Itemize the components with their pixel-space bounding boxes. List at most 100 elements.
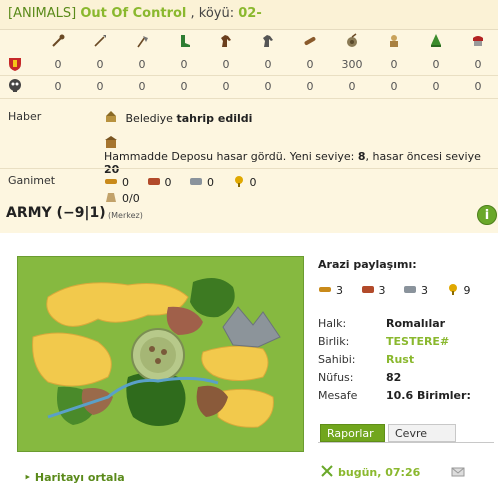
troop-count: 0 — [474, 58, 482, 71]
loss-count: 0 — [432, 80, 440, 93]
side-tabs: Raporlar Cevre — [318, 424, 494, 442]
troop-count: 0 — [432, 58, 440, 71]
message-icon[interactable] — [451, 464, 465, 478]
alliance-link[interactable]: TESTERE# — [386, 335, 498, 348]
iron-icon — [189, 174, 203, 188]
catapult-icon — [343, 33, 361, 51]
loot-resources: 0 0 0 0 — [104, 174, 271, 189]
detail-value: 10.6 Birimler: — [386, 389, 471, 402]
owner-link[interactable]: Rust — [386, 353, 498, 366]
troop-count: 0 — [306, 58, 314, 71]
hero-icon — [469, 33, 487, 51]
detail-key: Birlik: — [318, 335, 350, 348]
divider — [0, 168, 498, 169]
troops-row: 0 0 0 0 0 0 0 300 0 0 0 — [0, 56, 498, 74]
loss-count: 0 — [264, 80, 272, 93]
village-name-link[interactable]: 02- — [238, 6, 262, 21]
losses-row: 0 0 0 0 0 0 0 0 0 0 0 — [0, 78, 498, 96]
divider — [0, 75, 498, 76]
loot-iron-value: 0 — [207, 176, 214, 189]
report-time-label: bugün, 07:26 — [338, 466, 421, 479]
troop-count: 0 — [138, 58, 146, 71]
share-clay-value: 3 — [378, 284, 386, 297]
loss-count: 0 — [306, 80, 314, 93]
loot-crop-value: 0 — [249, 176, 257, 189]
news-result: tahrip edildi — [176, 112, 253, 125]
loss-count: 0 — [390, 80, 398, 93]
loss-count: 0 — [180, 80, 188, 93]
troop-count: 0 — [54, 58, 62, 71]
catapult-hit-icon — [104, 110, 118, 124]
army-title: ARMY (−9|1) — [6, 205, 106, 221]
loot-crop: 0 — [232, 174, 257, 189]
alliance-name-link[interactable]: Out Of Control — [80, 6, 186, 21]
army-subtitle: (Merkez) — [108, 211, 143, 220]
tab-surroundings[interactable]: Cevre — [388, 424, 456, 442]
troop-count: 0 — [390, 58, 398, 71]
loot-label: Ganimet — [8, 174, 56, 187]
carry-sack-icon — [104, 190, 118, 204]
loss-count: 0 — [138, 80, 146, 93]
knight-horse-icon — [259, 33, 277, 51]
share-iron-value: 3 — [421, 284, 428, 297]
share-crop: 9 — [446, 282, 471, 297]
wood-icon — [318, 282, 332, 296]
unit-icons-row — [0, 33, 498, 53]
troop-count: 0 — [96, 58, 104, 71]
troop-count: 300 — [341, 58, 363, 71]
share-crop-value: 9 — [463, 284, 471, 297]
news-line-warehouse: Hammadde Deposu hasar gördü. Yeni seviye… — [104, 150, 498, 176]
troop-count: 0 — [264, 58, 272, 71]
village-map-illustration — [18, 257, 303, 451]
shield-icon — [6, 56, 24, 74]
axe-icon — [133, 33, 151, 51]
skull-icon — [6, 78, 24, 96]
loss-count: 0 — [222, 80, 230, 93]
crop-icon — [446, 282, 460, 296]
report-time[interactable]: bugün, 07:26 — [320, 464, 420, 479]
village-separator: , köyü: — [190, 6, 235, 21]
news-line-townhall: Belediye tahrip edildi — [104, 110, 252, 125]
chief-icon — [385, 33, 403, 51]
land-share: 3 3 3 9 — [318, 282, 485, 297]
detail-key: Sahibi: — [318, 353, 356, 366]
share-clay: 3 — [361, 282, 386, 297]
loot-clay: 0 — [147, 174, 172, 189]
detail-key: Nüfus: — [318, 371, 354, 384]
new-level: 8 — [357, 150, 366, 163]
detail-value: 82 — [386, 371, 402, 384]
ram-icon — [301, 33, 319, 51]
troop-count: 0 — [180, 58, 188, 71]
divider — [0, 98, 498, 99]
alliance-tag[interactable]: [ANIMALS] — [8, 6, 76, 21]
report-panel: [ANIMALS] Out Of Control , köyü: 02- 0 0… — [0, 0, 498, 233]
horse-icon — [217, 33, 235, 51]
share-wood-value: 3 — [336, 284, 343, 297]
loot-iron: 0 — [189, 174, 214, 189]
info-button[interactable]: i — [477, 205, 497, 225]
loss-count: 0 — [474, 80, 482, 93]
loot-wood: 0 — [104, 174, 129, 189]
warehouse-icon — [104, 135, 118, 149]
detail-value: Romalılar — [386, 317, 446, 330]
land-share-title: Arazi paylaşımı: — [318, 258, 417, 271]
troop-count: 0 — [222, 58, 230, 71]
center-map-link[interactable]: ‣ Haritayı ortala — [24, 471, 125, 484]
crossed-swords-icon — [320, 464, 334, 478]
loss-count: 0 — [54, 80, 62, 93]
loss-count: 0 — [96, 80, 104, 93]
tab-underline — [318, 442, 494, 443]
village-map[interactable] — [17, 256, 304, 452]
crop-icon — [232, 174, 246, 188]
detail-key: Mesafe — [318, 389, 358, 402]
tab-reports[interactable]: Raporlar — [320, 424, 385, 442]
detail-key: Halk: — [318, 317, 347, 330]
spear-icon — [91, 33, 109, 51]
share-iron: 3 — [403, 282, 428, 297]
report-title: [ANIMALS] Out Of Control , köyü: 02- — [0, 0, 498, 30]
news-text: Belediye — [125, 112, 173, 125]
center-map-label: Haritayı ortala — [34, 471, 125, 484]
share-wood: 3 — [318, 282, 343, 297]
news-label: Haber — [8, 110, 42, 123]
iron-icon — [403, 282, 417, 296]
